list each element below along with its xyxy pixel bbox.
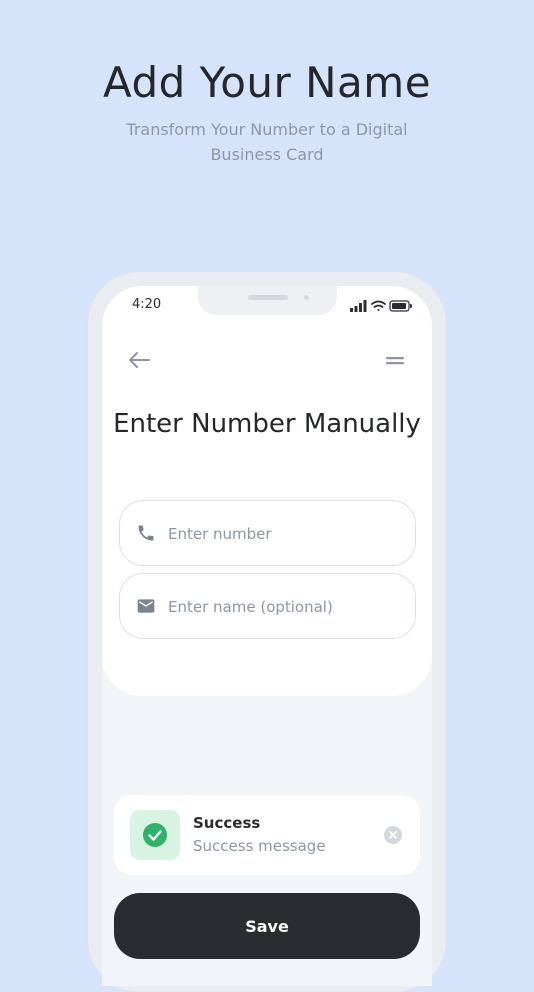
status-icons: [350, 300, 412, 312]
wifi-icon: [371, 300, 386, 311]
battery-icon: [389, 300, 412, 312]
toast-title: Success: [193, 814, 261, 832]
name-field[interactable]: [119, 573, 416, 639]
check-circle-icon: [143, 823, 167, 847]
toast-message: Success message: [193, 837, 326, 855]
arrow-left-icon[interactable]: [126, 348, 152, 372]
save-button[interactable]: Save: [114, 893, 420, 959]
phone-icon: [138, 525, 154, 541]
number-input[interactable]: [166, 519, 400, 549]
status-time: 4:20: [132, 297, 162, 312]
close-circle-icon[interactable]: [384, 826, 402, 844]
screen-title: Enter Number Manually: [113, 409, 421, 439]
form-card: 4:20 Enter Number Manually Enter number …: [102, 286, 432, 696]
promo-title: Add Your Name: [102, 58, 432, 107]
phone-notch: [198, 286, 337, 315]
phone-screen: 4:20 Enter Number Manually Enter number …: [102, 286, 432, 986]
success-toast: Success Success message: [114, 795, 420, 875]
menu-icon[interactable]: [384, 352, 406, 368]
notch-camera: [304, 295, 309, 300]
promo-subtitle: Transform Your Number to a Digital Busin…: [126, 120, 408, 164]
name-input[interactable]: [166, 592, 400, 622]
toast-badge: [130, 810, 180, 860]
number-field[interactable]: [119, 500, 416, 566]
signal-icon: [350, 300, 367, 312]
envelope-icon: [137, 599, 155, 613]
notch-speaker: [248, 295, 288, 300]
